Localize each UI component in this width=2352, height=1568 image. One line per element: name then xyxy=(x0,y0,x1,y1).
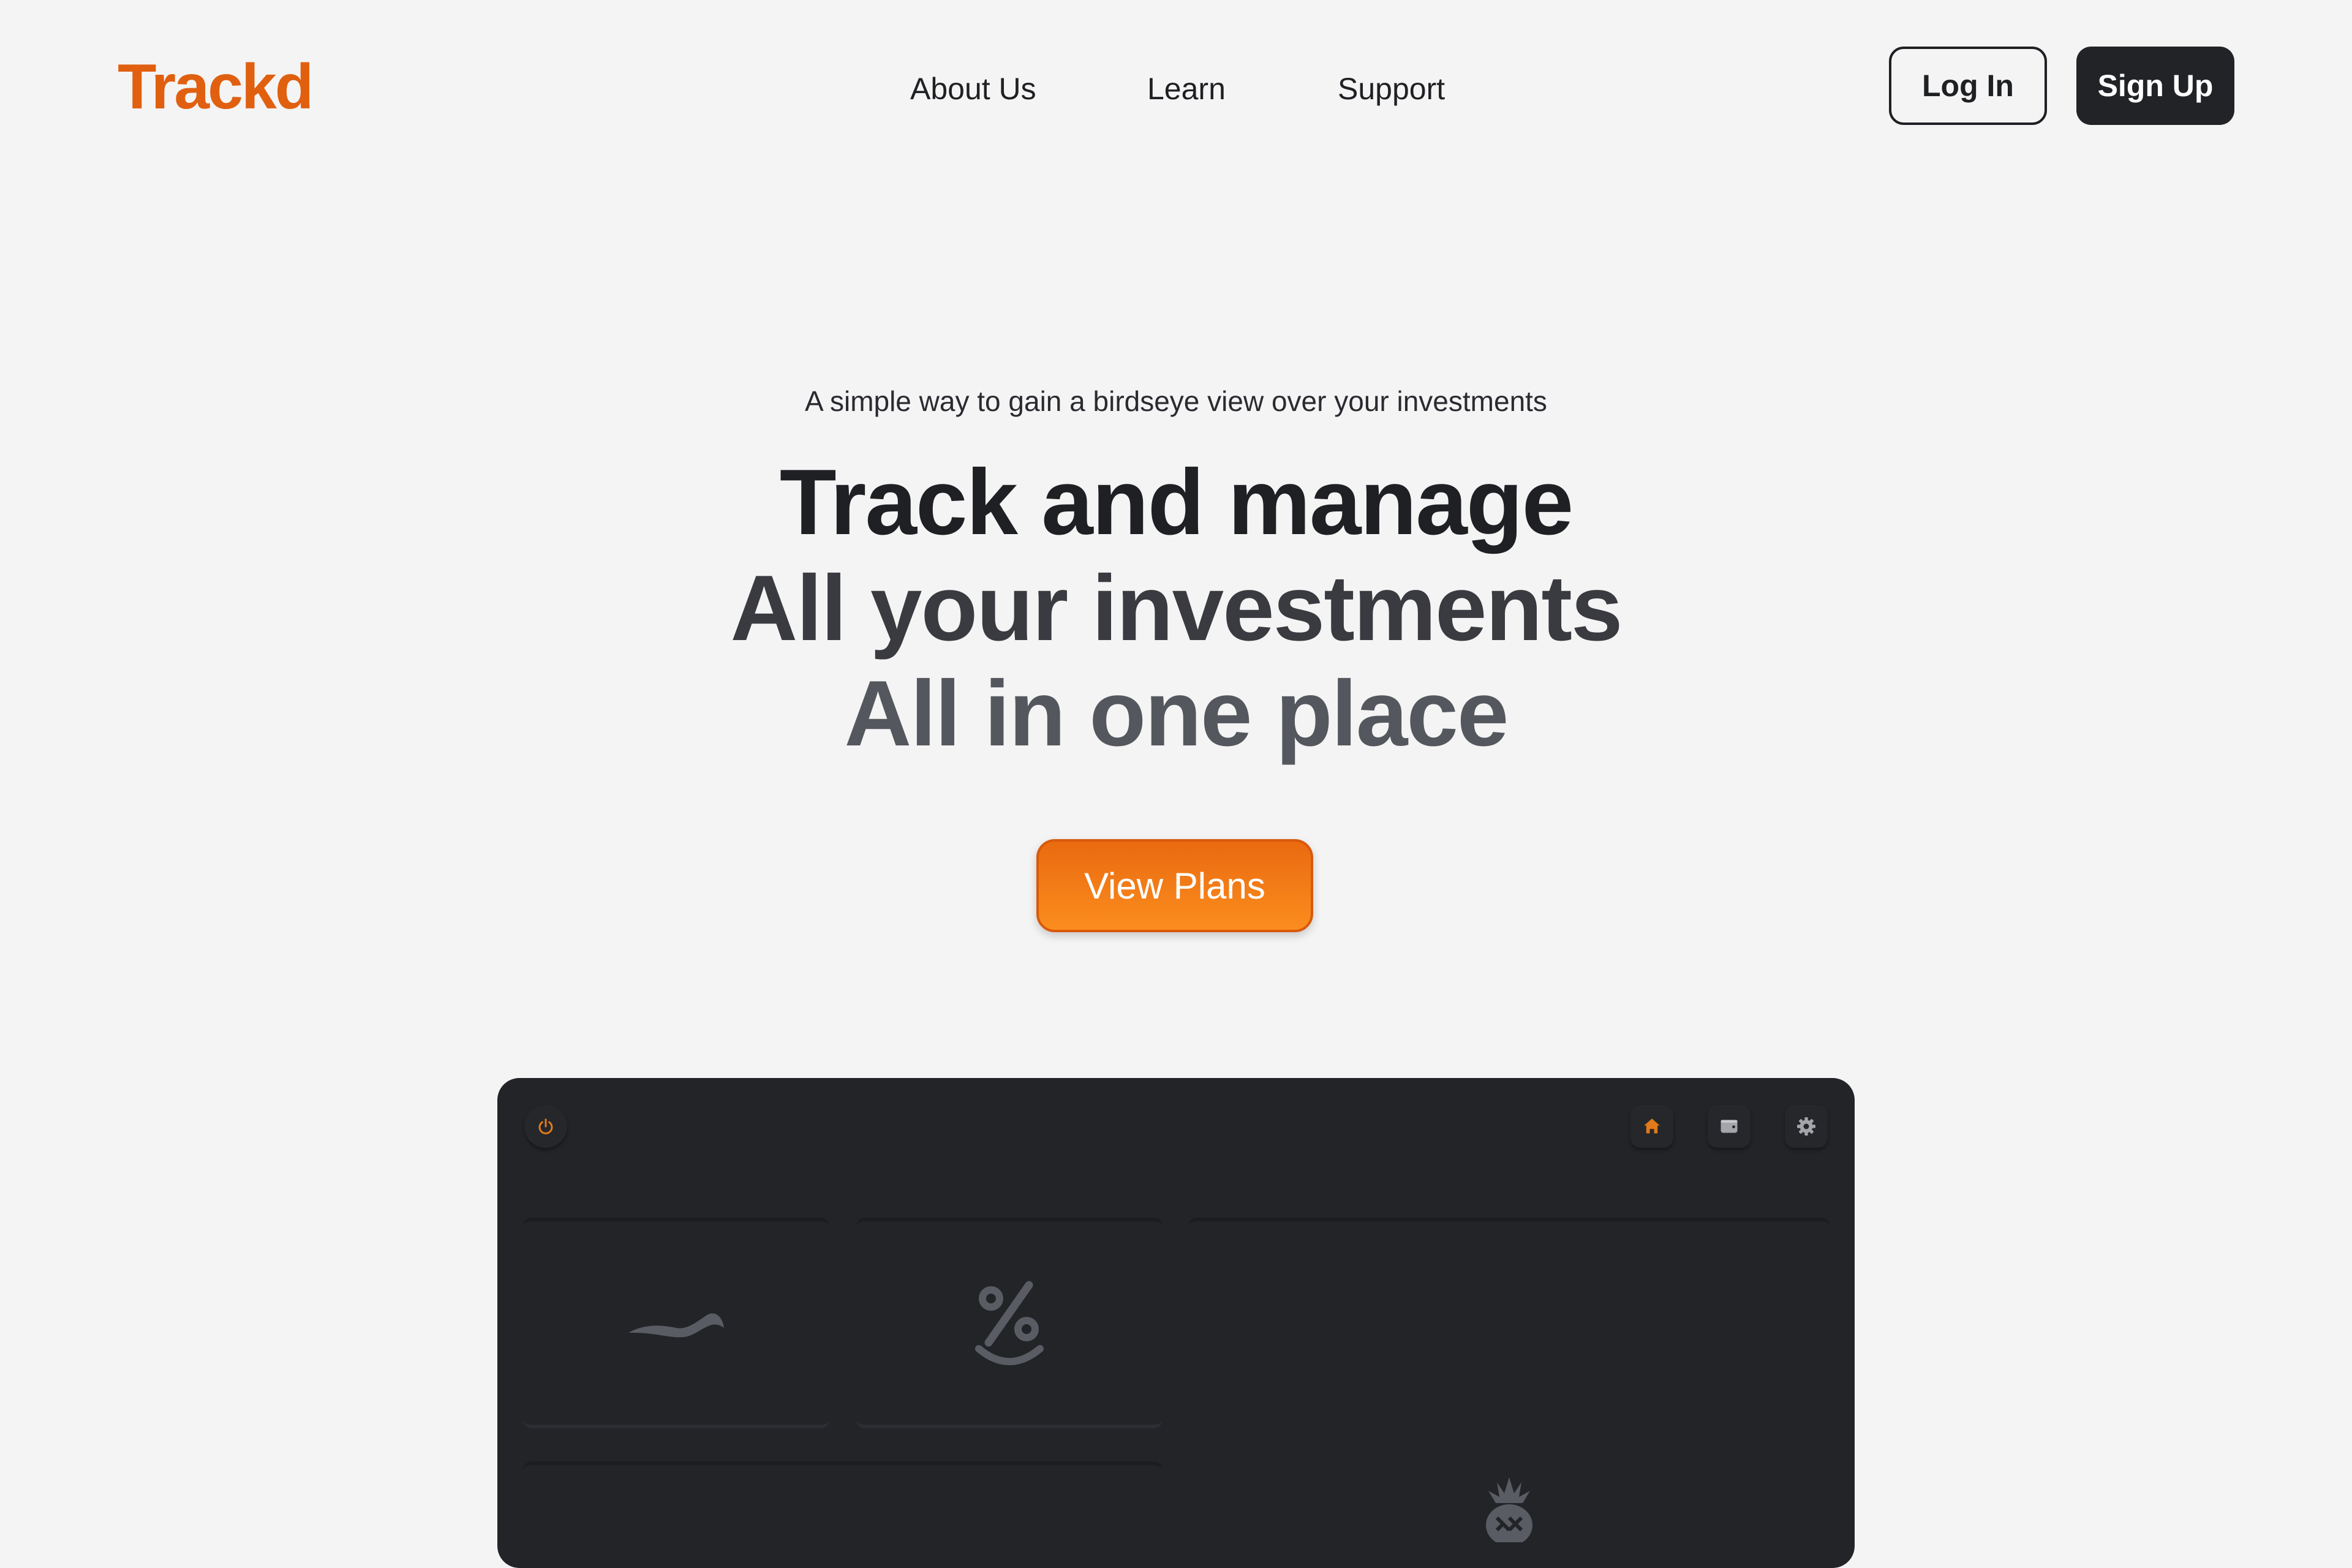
power-icon xyxy=(538,1118,553,1134)
wallet-button[interactable] xyxy=(1708,1105,1751,1148)
settings-button[interactable] xyxy=(1785,1105,1828,1148)
hero-heading-line-1: Track and manage xyxy=(779,450,1574,554)
login-button[interactable]: Log In xyxy=(1889,47,2047,125)
power-button[interactable] xyxy=(524,1105,567,1148)
home-button[interactable] xyxy=(1630,1105,1673,1148)
signup-button[interactable]: Sign Up xyxy=(2076,47,2234,125)
wallet-icon xyxy=(1721,1120,1738,1133)
hero-heading-line-3: All in one place xyxy=(844,662,1509,766)
nav-link-support[interactable]: Support xyxy=(1338,67,1445,110)
dashboard-card-percent[interactable] xyxy=(856,1218,1163,1428)
view-plans-button[interactable]: View Plans xyxy=(1036,839,1313,932)
wave-icon xyxy=(627,1295,725,1356)
dashboard-card-bottom[interactable] xyxy=(523,1461,1163,1568)
pineapple-icon xyxy=(1479,1475,1540,1542)
hero-tagline: A simple way to gain a birdseye view ove… xyxy=(805,385,1547,417)
site-header: Trackd About Us Learn Support Log In Sig… xyxy=(0,0,2352,178)
home-icon xyxy=(1644,1118,1660,1134)
percent-smile-icon xyxy=(970,1276,1049,1374)
nav-link-learn[interactable]: Learn xyxy=(1147,67,1226,110)
dashboard-card-portfolio[interactable] xyxy=(1188,1218,1830,1568)
gear-icon xyxy=(1797,1117,1815,1136)
hero-heading-line-2: All your investments xyxy=(730,556,1623,660)
app-preview xyxy=(497,1078,1855,1568)
dashboard-card-trend[interactable] xyxy=(523,1218,829,1428)
nav-link-about-us[interactable]: About Us xyxy=(910,67,1036,110)
